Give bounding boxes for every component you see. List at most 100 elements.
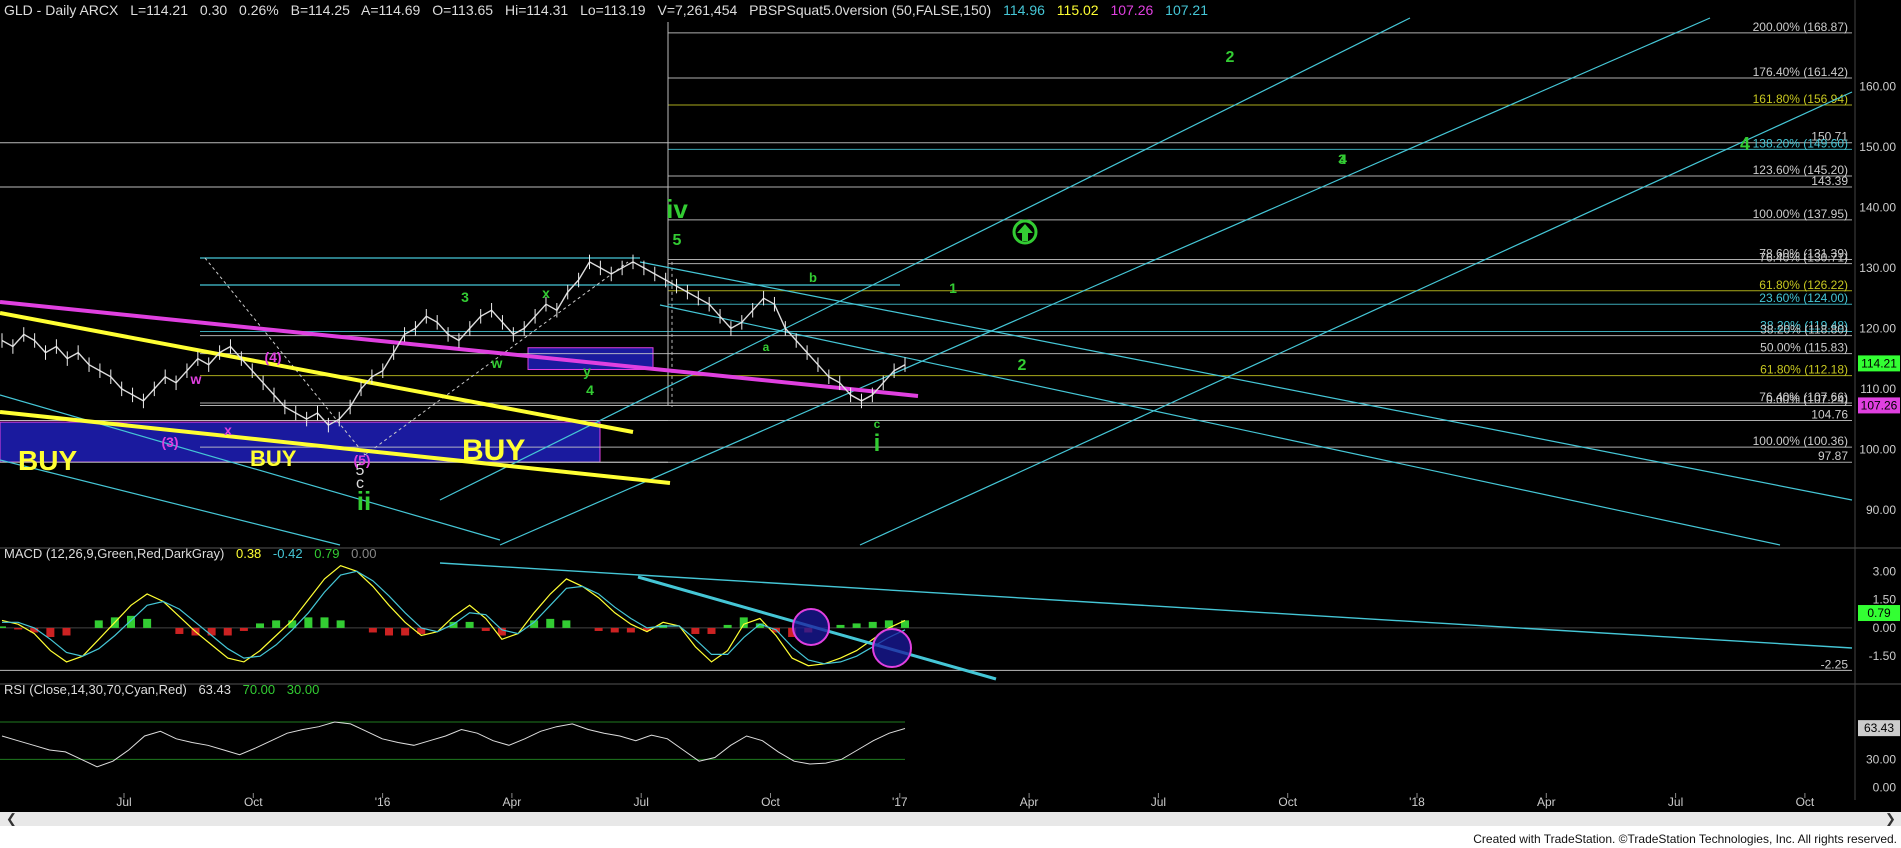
macd-hist-bar bbox=[256, 623, 264, 628]
x-tick-label: '16 bbox=[375, 795, 391, 809]
fib-level-label: 100.00% (100.36) bbox=[1753, 434, 1848, 448]
price-y-tick: 160.00 bbox=[1859, 80, 1896, 94]
rsi-v2: 70.00 bbox=[242, 682, 276, 697]
x-tick-label: Jul bbox=[116, 795, 131, 809]
fib-level-label: 38.20% (118.80) bbox=[1760, 323, 1848, 337]
rsi-v3: 30.00 bbox=[286, 682, 320, 697]
fib-level-label: 104.76 bbox=[1811, 408, 1848, 422]
macd-right-label: 0.79 bbox=[1867, 606, 1891, 620]
wave-label-green: 1 bbox=[949, 280, 957, 296]
x-tick-label: Oct bbox=[1796, 795, 1815, 809]
macd-hist-bar bbox=[626, 627, 635, 633]
fib-level-label: 200.00% (168.87) bbox=[1753, 20, 1848, 34]
macd-v4: 0.00 bbox=[351, 546, 377, 561]
macd-hist-bar bbox=[707, 627, 716, 634]
buy-label: BUY bbox=[462, 434, 525, 467]
macd-hist-bar bbox=[385, 627, 393, 636]
macd-hist-bar bbox=[62, 627, 71, 636]
ask-label: A=114.69 bbox=[361, 2, 421, 18]
wave-label-green: y bbox=[583, 363, 591, 379]
study-label: PBSPSquat5.0version (50,FALSE,150) bbox=[749, 2, 992, 18]
wave-label-green: 2 bbox=[1018, 357, 1027, 374]
macd-y-tick: -1.50 bbox=[1869, 649, 1897, 663]
wave-label-magenta: (5) bbox=[353, 452, 370, 468]
fib-level-label: 0.00% (107.24) bbox=[1766, 393, 1848, 407]
fib-level-label: 76.40% (130.71) bbox=[1759, 251, 1848, 265]
study-value-2: 115.02 bbox=[1056, 2, 1099, 18]
volume-label: V=7,261,454 bbox=[657, 2, 738, 18]
macd-hist-bar bbox=[207, 627, 216, 636]
low-label: Lo=113.19 bbox=[580, 2, 646, 18]
wave-label-green: 2 bbox=[1226, 49, 1235, 66]
scroll-right-icon[interactable]: ❯ bbox=[1885, 811, 1896, 827]
wave-label-green: x bbox=[542, 285, 550, 301]
footer-bar: Created with TradeStation. ©TradeStation… bbox=[0, 826, 1901, 848]
wave-label-green: i bbox=[874, 430, 881, 457]
bid-label: B=114.25 bbox=[290, 2, 350, 18]
wave-label-green: 4 bbox=[1740, 134, 1750, 154]
wave-label-magenta: (4) bbox=[264, 349, 281, 365]
fib-level-label: 161.80% (156.94) bbox=[1753, 92, 1848, 106]
macd-hist-bar bbox=[46, 627, 55, 637]
study-value-3: 107.26 bbox=[1110, 2, 1154, 18]
macd-hist-bar bbox=[175, 627, 184, 634]
chart-stage: 160.00 150.00 140.00 130.00 120.00 110.00 100.… bbox=[0, 0, 1901, 848]
macd-hist-bar bbox=[14, 627, 23, 630]
x-tick-label: Jul bbox=[1668, 795, 1683, 809]
x-tick-label: Apr bbox=[1020, 795, 1039, 809]
price-y-tick: 100.00 bbox=[1859, 442, 1896, 456]
buy-label: BUY bbox=[250, 446, 297, 471]
wave-label-green: 3 bbox=[461, 289, 469, 305]
macd-highlight-circle bbox=[872, 628, 912, 668]
change-label: 0.30 bbox=[199, 2, 228, 18]
macd-hist-bar bbox=[481, 627, 490, 631]
macd-hist-bar bbox=[94, 620, 103, 628]
pct-label: 0.26% bbox=[239, 2, 279, 18]
x-tick-label: Oct bbox=[761, 795, 780, 809]
last-label: L=114.21 bbox=[130, 2, 188, 18]
wave-label-green: c bbox=[874, 417, 881, 431]
x-tick-label: '17 bbox=[892, 795, 908, 809]
footer-text: Created with TradeStation. ©TradeStation… bbox=[1473, 832, 1897, 846]
price-right-label: 114.21 bbox=[1861, 356, 1897, 370]
price-header: GLD - Daily ARCX L=114.21 0.30 0.26% B=1… bbox=[4, 2, 1216, 18]
wave-label-green: 3 bbox=[1338, 151, 1346, 167]
macd-hist-bar bbox=[401, 627, 410, 636]
macd-hist-bar bbox=[610, 627, 619, 633]
fib-level-label: 97.87 bbox=[1818, 449, 1848, 463]
wave-label-green: a bbox=[763, 340, 770, 354]
macd-y-tick: 3.00 bbox=[1873, 564, 1897, 578]
rsi-label: RSI (Close,14,30,70,Cyan,Red) bbox=[4, 682, 187, 697]
price-y-tick: 130.00 bbox=[1859, 261, 1896, 275]
macd-ref-label: -2.25 bbox=[1821, 657, 1849, 671]
price-y-tick: 140.00 bbox=[1859, 200, 1896, 214]
rsi-header: RSI (Close,14,30,70,Cyan,Red) 63.43 70.0… bbox=[4, 682, 327, 697]
macd-hist-bar bbox=[868, 621, 877, 628]
macd-v3: 0.79 bbox=[314, 546, 340, 561]
macd-hist-bar bbox=[320, 617, 329, 628]
scroll-left-icon[interactable]: ❮ bbox=[6, 811, 17, 827]
fib-level-label: 23.60% (124.00) bbox=[1759, 291, 1848, 305]
x-tick-label: Oct bbox=[244, 795, 263, 809]
x-tick-label: Jul bbox=[1151, 795, 1166, 809]
fib-level-label: 176.40% (161.42) bbox=[1753, 65, 1848, 79]
macd-hist-bar bbox=[239, 627, 248, 631]
macd-hist-bar bbox=[223, 627, 232, 636]
macd-hist-bar bbox=[368, 627, 377, 633]
wave-label-green: w bbox=[491, 355, 503, 371]
macd-v2: -0.42 bbox=[272, 546, 303, 561]
wave-label-green: iv bbox=[666, 194, 688, 224]
macd-hist-bar bbox=[546, 618, 555, 628]
macd-hist-bar bbox=[723, 624, 732, 628]
macd-y-tick: 1.50 bbox=[1873, 593, 1897, 607]
macd-hist-bar bbox=[143, 618, 152, 628]
price-y-tick: 120.00 bbox=[1859, 321, 1896, 335]
macd-header: MACD (12,26,9,Green,Red,DarkGray) 0.38 -… bbox=[4, 546, 384, 561]
macd-hist-bar bbox=[0, 626, 6, 628]
macd-label: MACD (12,26,9,Green,Red,DarkGray) bbox=[4, 546, 225, 561]
rsi-right-label: 63.43 bbox=[1864, 721, 1894, 735]
macd-hist-bar bbox=[594, 627, 603, 631]
fib-level-label: 50.00% (115.83) bbox=[1760, 341, 1848, 355]
horizontal-scrollbar[interactable] bbox=[0, 812, 1901, 826]
fib-level-label: 143.39 bbox=[1811, 174, 1848, 188]
